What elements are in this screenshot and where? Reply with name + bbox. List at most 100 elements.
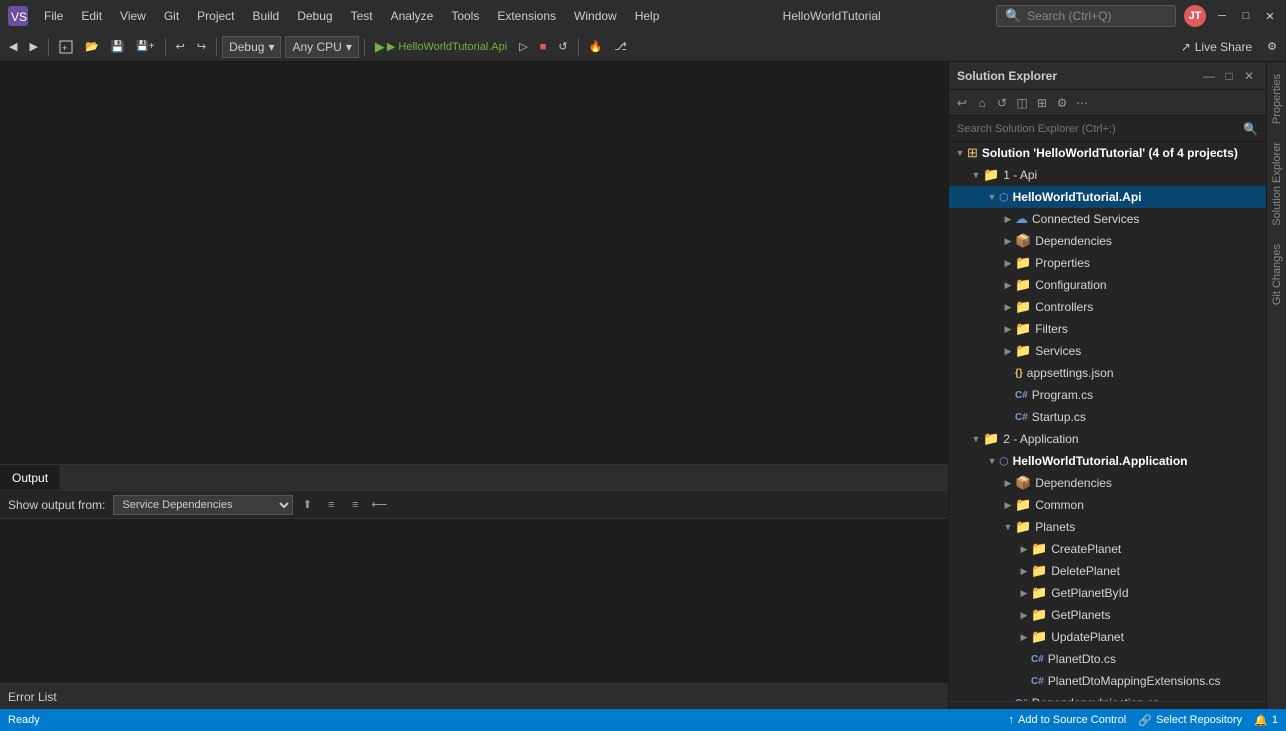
notification-button[interactable]: 🔔 1 <box>1254 714 1278 727</box>
forward-button[interactable]: ▶ <box>24 36 42 58</box>
tree-props[interactable]: ▶ 📁 Properties <box>949 252 1266 274</box>
restart-button[interactable]: ↺ <box>553 36 572 58</box>
maximize-button[interactable]: □ <box>1238 8 1254 24</box>
se-close-button[interactable]: ✕ <box>1240 67 1258 85</box>
menu-window[interactable]: Window <box>566 7 625 25</box>
debug-config-chevron: ▾ <box>268 40 274 54</box>
tree-controllers[interactable]: ▶ 📁 Controllers <box>949 296 1266 318</box>
back-button[interactable]: ◀ <box>4 36 22 58</box>
se-tb-btn4[interactable]: ◫ <box>1013 94 1031 112</box>
se-expand-button[interactable]: — <box>1200 67 1218 85</box>
save-button[interactable]: 💾 <box>106 36 130 58</box>
menu-edit[interactable]: Edit <box>73 7 110 25</box>
se-search-input[interactable] <box>957 123 1243 135</box>
tree-planetdto[interactable]: ▶ C# PlanetDto.cs <box>949 648 1266 670</box>
redo-button[interactable]: ↪ <box>192 36 211 58</box>
tree-deps2[interactable]: ▶ 📦 Dependencies <box>949 472 1266 494</box>
menu-git[interactable]: Git <box>156 7 187 25</box>
close-button[interactable]: ✕ <box>1262 8 1278 24</box>
output-clear-button[interactable]: ⬆ <box>297 495 317 515</box>
se-tb-btn7[interactable]: ⋯ <box>1073 94 1091 112</box>
save-all-button[interactable]: 💾+ <box>131 36 159 58</box>
platform-dropdown[interactable]: Any CPU ▾ <box>285 36 358 58</box>
editor-content <box>0 62 948 464</box>
tree-proj-app[interactable]: ▼ ⬡ HelloWorldTutorial.Application <box>949 450 1266 472</box>
debug-config-dropdown[interactable]: Debug ▾ <box>222 36 281 58</box>
output-tabs: Output <box>0 465 948 491</box>
tree-startup[interactable]: ▶ C# Startup.cs <box>949 406 1266 428</box>
stop-button[interactable]: ■ <box>535 36 552 58</box>
se-tb-btn5[interactable]: ⊞ <box>1033 94 1051 112</box>
menu-file[interactable]: File <box>36 7 71 25</box>
tree-updateplanet[interactable]: ▶ 📁 UpdatePlanet <box>949 626 1266 648</box>
se-tb-btn2[interactable]: ⌂ <box>973 94 991 112</box>
new-project-button[interactable]: + <box>54 36 78 58</box>
tree-planets[interactable]: ▼ 📁 Planets <box>949 516 1266 538</box>
se-tb-btn3[interactable]: ↺ <box>993 94 1011 112</box>
user-avatar[interactable]: JT <box>1184 5 1206 27</box>
menu-help[interactable]: Help <box>627 7 668 25</box>
tree-mapping[interactable]: ▶ C# PlanetDtoMappingExtensions.cs <box>949 670 1266 692</box>
tree-deleteplanet[interactable]: ▶ 📁 DeletePlanet <box>949 560 1266 582</box>
startup-label: Startup.cs <box>1032 410 1086 424</box>
right-tab-solution-explorer[interactable]: Solution Explorer <box>1269 134 1285 234</box>
proj-app-label: HelloWorldTutorial.Application <box>1013 454 1188 468</box>
run-without-debug-button[interactable]: ▷ <box>514 36 532 58</box>
tab-output[interactable]: Output <box>0 465 61 490</box>
menu-view[interactable]: View <box>112 7 154 25</box>
menu-tools[interactable]: Tools <box>443 7 487 25</box>
program-label: Program.cs <box>1032 388 1093 402</box>
tree-getplanetbyid[interactable]: ▶ 📁 GetPlanetById <box>949 582 1266 604</box>
menu-analyze[interactable]: Analyze <box>383 7 442 25</box>
tree-connected[interactable]: ▶ ☁ Connected Services <box>949 208 1266 230</box>
proj-app-icon: ⬡ <box>999 455 1009 468</box>
tree-appsettings[interactable]: ▶ {} appsettings.json <box>949 362 1266 384</box>
tree-config[interactable]: ▶ 📁 Configuration <box>949 274 1266 296</box>
diagnostics-button[interactable]: 🔥 <box>584 36 608 58</box>
error-list-bar: Error List <box>0 683 948 709</box>
se-float-button[interactable]: □ <box>1220 67 1238 85</box>
tree-solution[interactable]: ▼ ⊞ Solution 'HelloWorldTutorial' (4 of … <box>949 142 1266 164</box>
menu-project[interactable]: Project <box>189 7 242 25</box>
tree-proj-api[interactable]: ▼ ⬡ HelloWorldTutorial.Api <box>949 186 1266 208</box>
run-button[interactable]: ▶ ▶ HelloWorldTutorial.Api <box>370 36 512 58</box>
tree-services[interactable]: ▶ 📁 Services <box>949 340 1266 362</box>
planetdto-label: PlanetDto.cs <box>1048 652 1116 666</box>
menu-build[interactable]: Build <box>245 7 288 25</box>
output-show-label: Show output from: <box>8 498 105 512</box>
menu-debug[interactable]: Debug <box>289 7 340 25</box>
toolbar-settings-button[interactable]: ⚙ <box>1262 36 1282 58</box>
tree-folder-api[interactable]: ▼ 📁 1 - Api <box>949 164 1266 186</box>
minimize-button[interactable]: ─ <box>1214 8 1230 24</box>
output-align2-button[interactable]: ≡ <box>345 495 365 515</box>
title-bar: VS File Edit View Git Project Build Debu… <box>0 0 1286 32</box>
services-arrow: ▶ <box>1001 344 1015 358</box>
add-to-source-control-button[interactable]: ↑ Add to Source Control <box>1009 714 1127 726</box>
git-button[interactable]: ⎇ <box>609 36 632 58</box>
planetdto-icon: C# <box>1031 654 1044 665</box>
output-source-select[interactable]: Service Dependencies <box>113 495 293 515</box>
tree-deps1[interactable]: ▶ 📦 Dependencies <box>949 230 1266 252</box>
tree-common[interactable]: ▶ 📁 Common <box>949 494 1266 516</box>
right-tab-properties[interactable]: Properties <box>1269 66 1285 132</box>
se-tb-btn6[interactable]: ⚙ <box>1053 94 1071 112</box>
output-wrap-button[interactable]: ⟵ <box>369 495 389 515</box>
tree-folder-app[interactable]: ▼ 📁 2 - Application <box>949 428 1266 450</box>
select-repository-button[interactable]: 🔗 Select Repository <box>1138 714 1242 727</box>
tree-createplanet[interactable]: ▶ 📁 CreatePlanet <box>949 538 1266 560</box>
open-button[interactable]: 📂 <box>80 36 104 58</box>
tree-di[interactable]: ▶ C# DependencyInjection.cs <box>949 692 1266 701</box>
right-tab-git-changes[interactable]: Git Changes <box>1269 236 1285 313</box>
menu-test[interactable]: Test <box>343 7 381 25</box>
menu-extensions[interactable]: Extensions <box>489 7 564 25</box>
search-icon: 🔍 <box>1005 8 1021 24</box>
live-share-button[interactable]: ↗ Live Share <box>1173 38 1260 56</box>
se-tb-btn1[interactable]: ↩ <box>953 94 971 112</box>
title-search-box[interactable]: 🔍 Search (Ctrl+Q) <box>996 5 1176 27</box>
output-align-button[interactable]: ≡ <box>321 495 341 515</box>
tree-getplanets[interactable]: ▶ 📁 GetPlanets <box>949 604 1266 626</box>
tree-filters[interactable]: ▶ 📁 Filters <box>949 318 1266 340</box>
toolbar-separator-2 <box>165 38 166 56</box>
tree-program[interactable]: ▶ C# Program.cs <box>949 384 1266 406</box>
undo-button[interactable]: ↩ <box>171 36 190 58</box>
